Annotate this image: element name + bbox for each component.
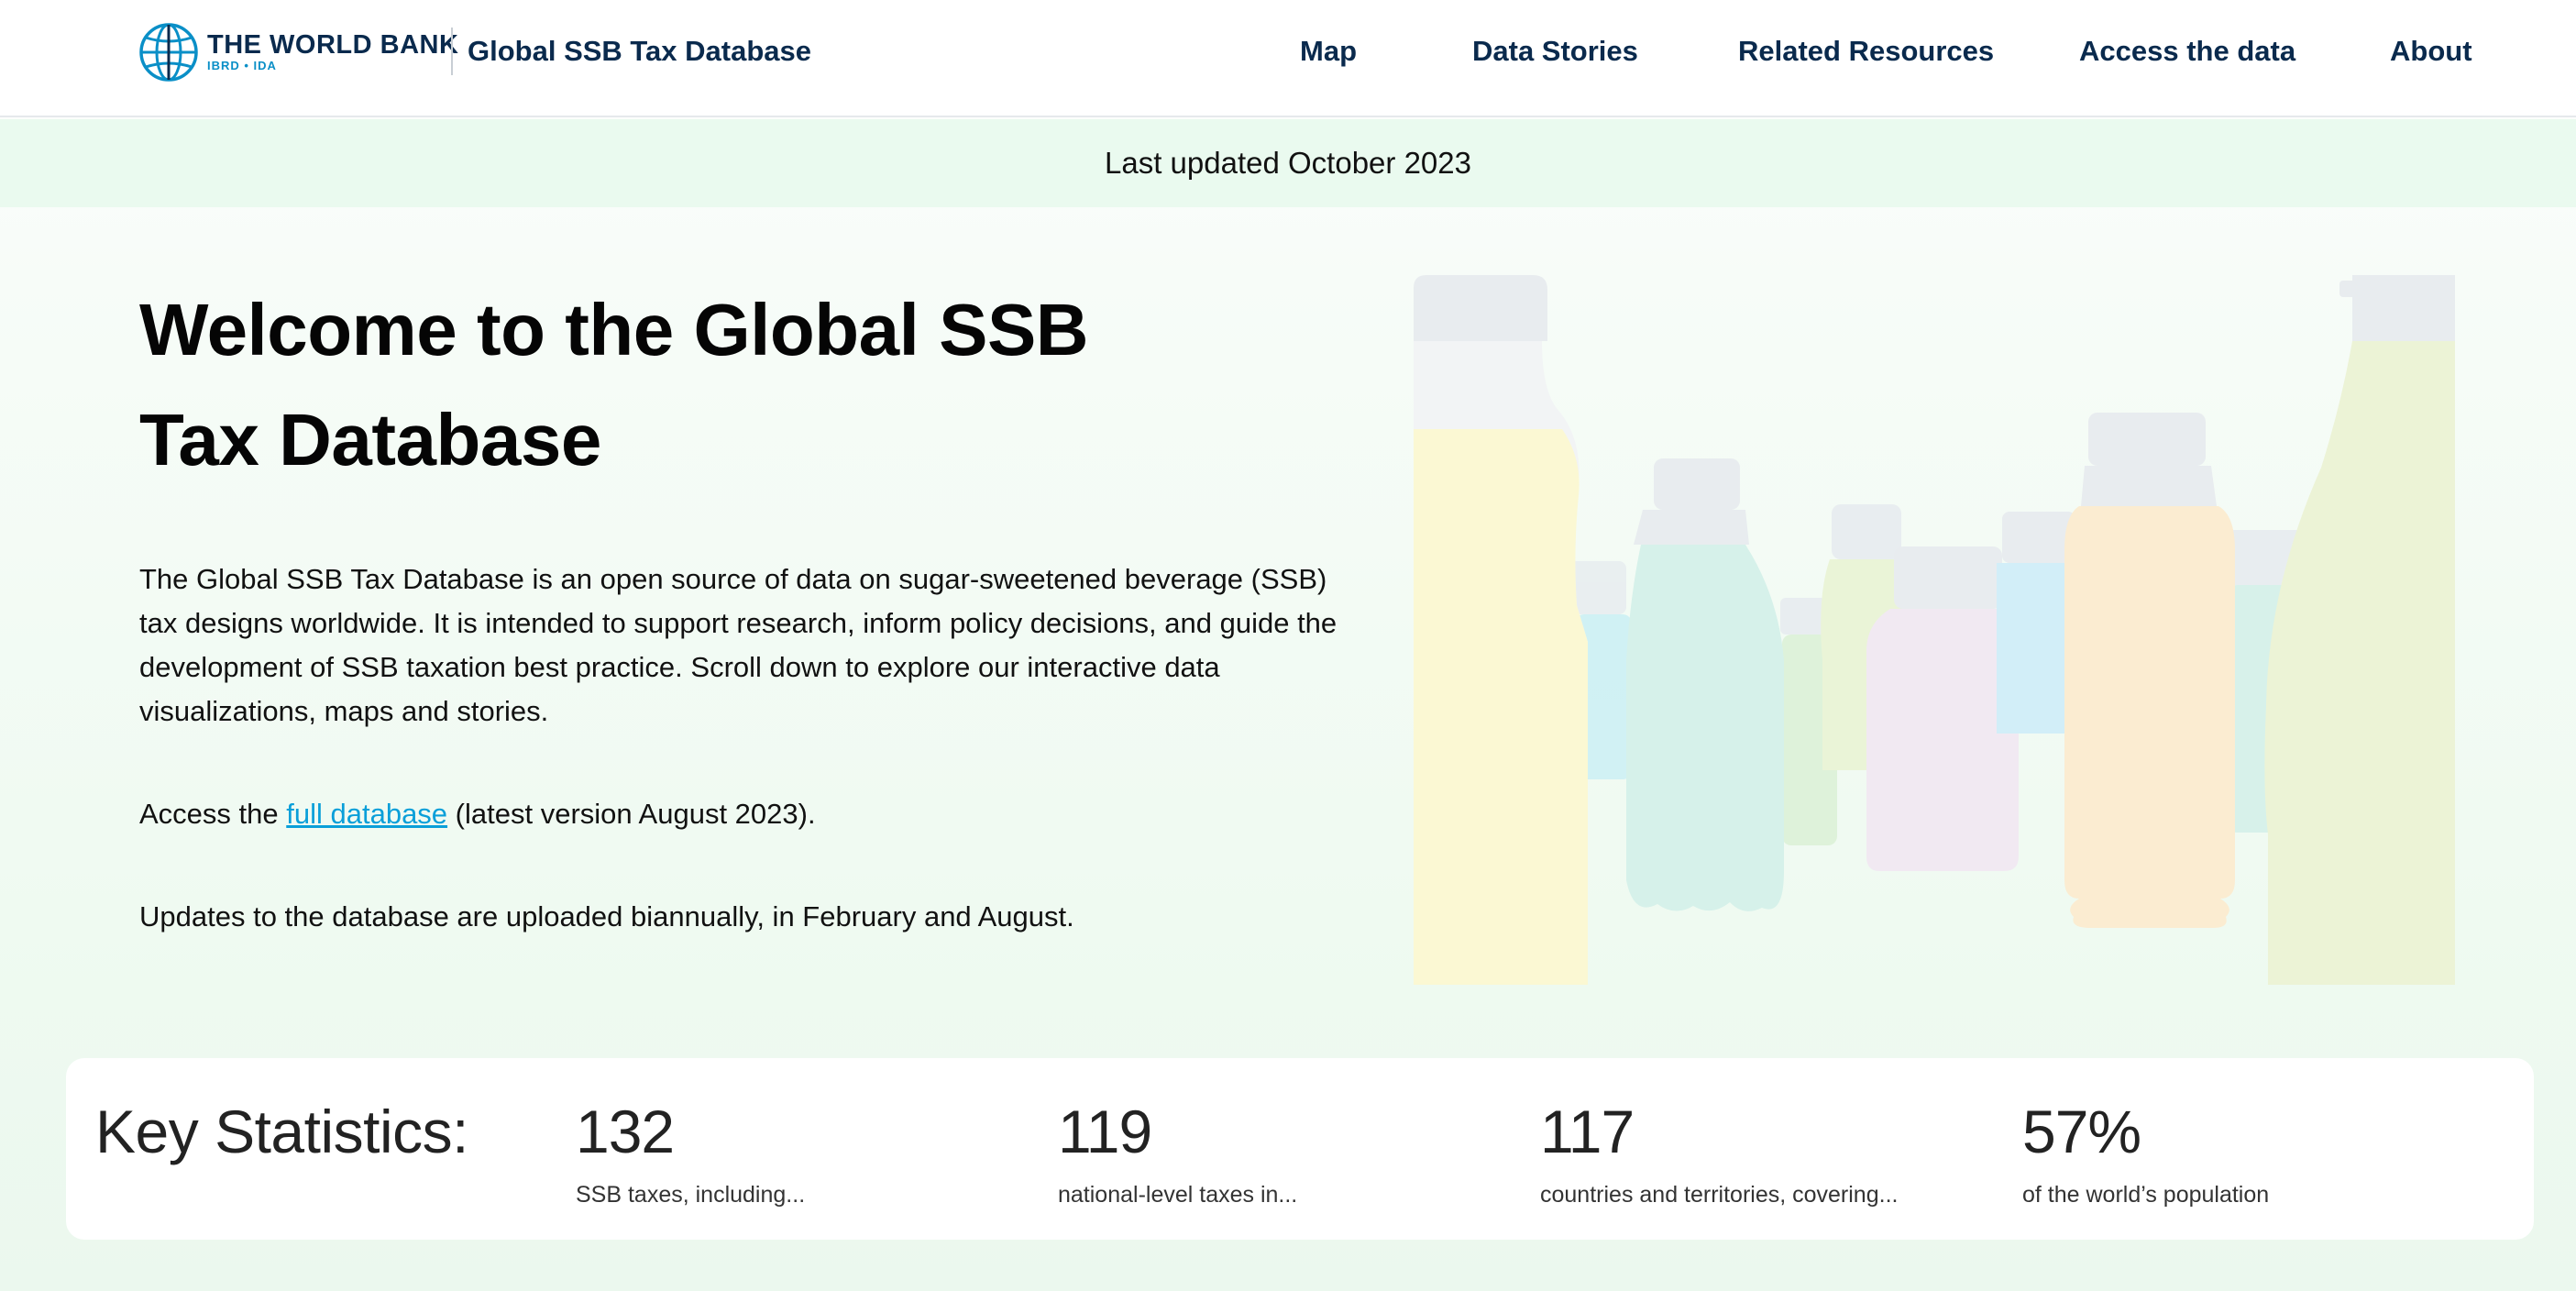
nav-item-about[interactable]: About (2390, 31, 2472, 72)
site-title[interactable]: Global SSB Tax Database (468, 31, 811, 72)
stat-value: 117 (1540, 1098, 1635, 1165)
bottles-illustration (1414, 275, 2455, 985)
stat-description: of the world’s population (2022, 1182, 2270, 1208)
bottle-orange (2064, 413, 2235, 928)
logo-subtext: IBRD • IDA (207, 59, 277, 72)
nav-item-access-the-data[interactable]: Access the data (2079, 31, 2295, 72)
full-database-link[interactable]: full database (286, 798, 447, 830)
key-statistics-label: Key Statistics: (95, 1098, 468, 1165)
access-paragraph: Access the full database (latest version… (139, 792, 1349, 836)
page-title: Welcome to the Global SSB Tax Database (139, 289, 1089, 480)
globe-icon (139, 23, 198, 82)
logo-divider (451, 28, 453, 75)
bottle-tall-lime (2264, 275, 2455, 985)
nav-item-data-stories[interactable]: Data Stories (1472, 31, 1638, 72)
stat-description: SSB taxes, including... (576, 1182, 806, 1208)
logo-text: THE WORLD BANK (207, 30, 459, 60)
site-header: THE WORLD BANK IBRD • IDA Global SSB Tax… (0, 0, 2576, 117)
stat-value: 57% (2022, 1098, 2141, 1165)
stat-item-population: 57% of the world’s population (2022, 1097, 2269, 1210)
stat-description: countries and territories, covering... (1540, 1182, 1899, 1208)
access-prefix: Access the (139, 798, 287, 830)
world-bank-logo[interactable]: THE WORLD BANK IBRD • IDA (138, 20, 458, 84)
stat-item-ssb-taxes: 132 SSB taxes, including... (576, 1097, 805, 1210)
stat-value: 119 (1058, 1098, 1152, 1165)
key-statistics-card: Key Statistics: 132 SSB taxes, including… (66, 1058, 2534, 1240)
last-updated-banner: Last updated October 2023 (0, 119, 2576, 207)
bottle-mint (1626, 458, 1784, 911)
stat-description: national-level taxes in... (1058, 1182, 1298, 1208)
stat-value: 132 (576, 1098, 675, 1165)
nav-item-related-resources[interactable]: Related Resources (1738, 31, 1994, 72)
last-updated-text: Last updated October 2023 (1105, 146, 1471, 180)
stat-item-countries: 117 countries and territories, covering.… (1540, 1097, 1898, 1210)
updates-paragraph: Updates to the database are uploaded bia… (139, 900, 1074, 932)
intro-paragraph: The Global SSB Tax Database is an open s… (139, 563, 1338, 727)
nav-item-map[interactable]: Map (1300, 31, 1357, 72)
bottle-large-yellow (1414, 275, 1588, 985)
access-suffix: (latest version August 2023). (447, 798, 816, 830)
stat-item-national-taxes: 119 national-level taxes in... (1058, 1097, 1297, 1210)
